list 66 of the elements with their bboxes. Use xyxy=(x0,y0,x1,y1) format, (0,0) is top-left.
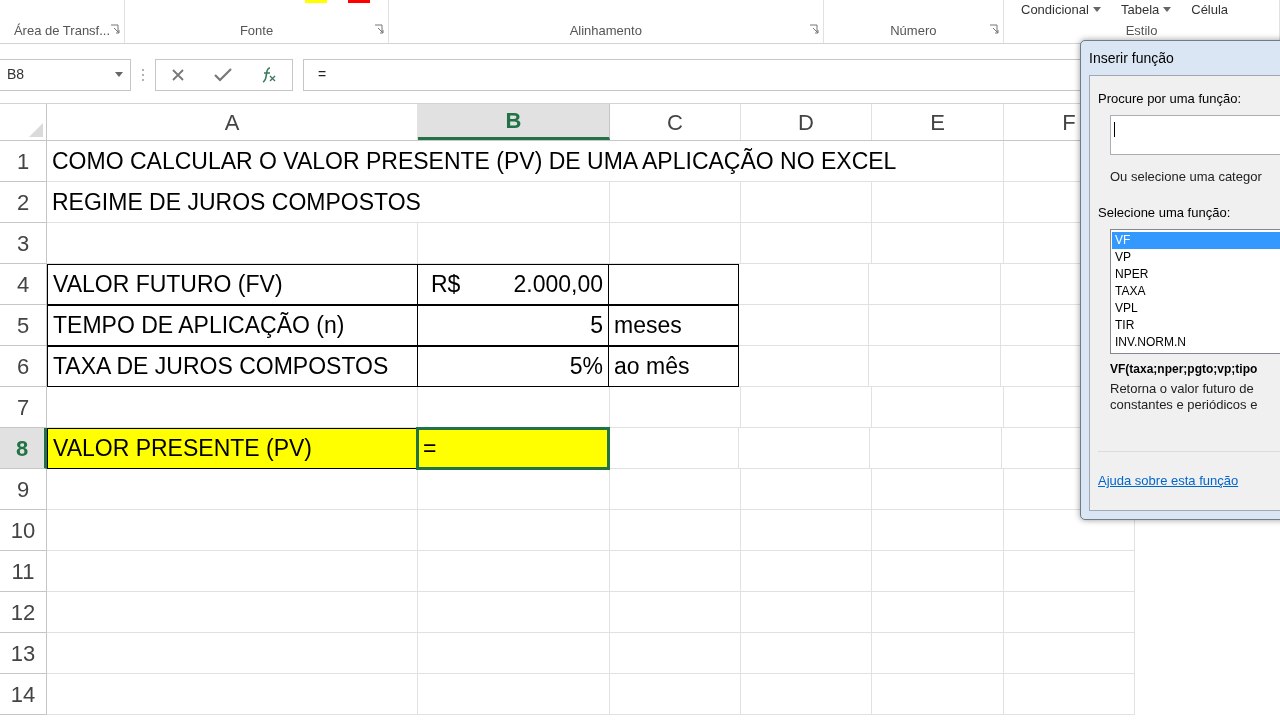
function-item[interactable]: TAXA xyxy=(1112,282,1280,300)
cell-text: REGIME DE JUROS COMPOSTOS xyxy=(52,187,421,217)
row-header[interactable]: 5 xyxy=(0,305,47,346)
column-header[interactable]: B xyxy=(418,104,610,140)
name-box[interactable]: B8 xyxy=(0,58,131,91)
function-icon[interactable] xyxy=(261,66,278,83)
row-header[interactable]: 2 xyxy=(0,182,47,223)
column-header[interactable]: D xyxy=(741,104,872,140)
cancel-icon[interactable] xyxy=(170,67,185,82)
field-label: Ou selecione uma categor xyxy=(1110,167,1263,186)
row-header[interactable]: 9 xyxy=(0,469,47,510)
cell-text: VALOR FUTURO (FV) xyxy=(53,270,283,300)
search-field[interactable] xyxy=(1110,114,1280,155)
cell-text: TAXA DE JUROS COMPOSTOS xyxy=(53,352,389,382)
currency-symbol: R$ xyxy=(430,270,461,300)
function-item[interactable]: VPL xyxy=(1112,299,1280,317)
cell-text: 2.000,00 xyxy=(513,270,603,300)
cell-text: ao mês xyxy=(614,352,690,382)
ribbon-group-label: Área de Transf... xyxy=(13,21,111,40)
row-header[interactable]: 10 xyxy=(0,510,47,551)
column-header[interactable]: C xyxy=(610,104,741,140)
dialog-launcher-icon[interactable] xyxy=(110,23,121,34)
description-line: constantes e periódicos e xyxy=(1110,396,1259,413)
text-cursor xyxy=(1114,121,1115,137)
dialog-launcher-icon[interactable] xyxy=(373,23,384,34)
row-header[interactable]: 1 xyxy=(0,141,47,182)
caret-icon xyxy=(115,72,123,77)
row-header[interactable]: 4 xyxy=(0,264,47,305)
dialog-launcher-icon[interactable] xyxy=(808,23,819,34)
ribbon-button[interactable]: Tabela xyxy=(1120,0,1172,20)
description-line: Retorna o valor futuro de xyxy=(1110,380,1255,397)
function-item[interactable]: NPER xyxy=(1112,265,1280,283)
drag-handle-icon[interactable] xyxy=(141,67,145,82)
cell-text: = xyxy=(423,434,437,464)
ribbon-group-label: Fonte xyxy=(239,21,274,40)
row-header[interactable]: 8 xyxy=(0,428,47,469)
cell-text: 5 xyxy=(590,311,603,341)
ribbon-group-label: Número xyxy=(890,21,937,40)
ribbon-button[interactable]: Condicional xyxy=(1021,0,1101,20)
check-icon[interactable] xyxy=(214,67,232,82)
caret-icon xyxy=(1092,7,1101,13)
column-header[interactable]: E xyxy=(872,104,1004,140)
color-swatch-icon xyxy=(348,0,370,3)
ribbon-group-label: Alinhamento xyxy=(569,21,642,40)
cell-text: TEMPO DE APLICAÇÃO (n) xyxy=(53,311,345,341)
row-header[interactable]: 6 xyxy=(0,346,47,387)
row-header[interactable]: 11 xyxy=(0,551,47,592)
ribbon-group-label: Estilo xyxy=(1125,21,1158,40)
row-header[interactable]: 3 xyxy=(0,223,47,264)
function-item[interactable]: TIR xyxy=(1112,316,1280,334)
cell-text: 5% xyxy=(569,352,603,382)
help-link[interactable]: Ajuda sobre esta função xyxy=(1098,473,1239,488)
row-header[interactable]: 14 xyxy=(0,674,47,715)
function-signature: VF(taxa;nper;pgto;vp;tipo xyxy=(1110,360,1259,378)
cell-text: VALOR PRESENTE (PV) xyxy=(53,434,313,464)
row-header[interactable]: 12 xyxy=(0,592,47,633)
row-header[interactable]: 13 xyxy=(0,633,47,674)
caret-icon xyxy=(1163,7,1172,13)
function-item[interactable]: VP xyxy=(1112,248,1280,266)
function-item[interactable]: INV.NORM.N xyxy=(1112,333,1280,351)
cell-text: COMO CALCULAR O VALOR PRESENTE (PV) DE UMA APLICAÇÃO NO EXCEL xyxy=(52,146,897,176)
cell-text: meses xyxy=(614,311,682,341)
color-swatch-icon xyxy=(305,0,327,3)
ribbon-button[interactable]: Célula xyxy=(1191,0,1229,20)
dialog-launcher-icon[interactable] xyxy=(989,23,1000,34)
field-label: Selecione uma função: xyxy=(1098,204,1232,222)
